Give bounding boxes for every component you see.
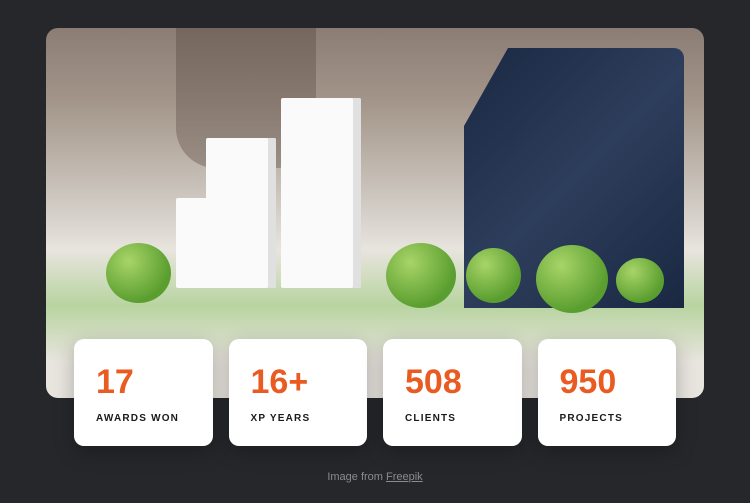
stat-label: PROJECTS — [560, 413, 657, 424]
stats-row: 17 AWARDS WON 16+ XP YEARS 508 CLIENTS 9… — [74, 339, 676, 446]
stat-value: 16+ — [251, 365, 348, 399]
stat-card-xp: 16+ XP YEARS — [229, 339, 368, 446]
stat-value: 508 — [405, 365, 502, 399]
stat-card-clients: 508 CLIENTS — [383, 339, 522, 446]
hero-section: 17 AWARDS WON 16+ XP YEARS 508 CLIENTS 9… — [46, 28, 704, 398]
stat-card-projects: 950 PROJECTS — [538, 339, 677, 446]
stat-label: CLIENTS — [405, 413, 502, 424]
stat-value: 17 — [96, 365, 193, 399]
stat-card-awards: 17 AWARDS WON — [74, 339, 213, 446]
attribution-link[interactable]: Freepik — [386, 471, 423, 483]
stat-value: 950 — [560, 365, 657, 399]
attribution-prefix: Image from — [327, 471, 386, 483]
stat-label: XP YEARS — [251, 413, 348, 424]
stat-label: AWARDS WON — [96, 413, 193, 424]
